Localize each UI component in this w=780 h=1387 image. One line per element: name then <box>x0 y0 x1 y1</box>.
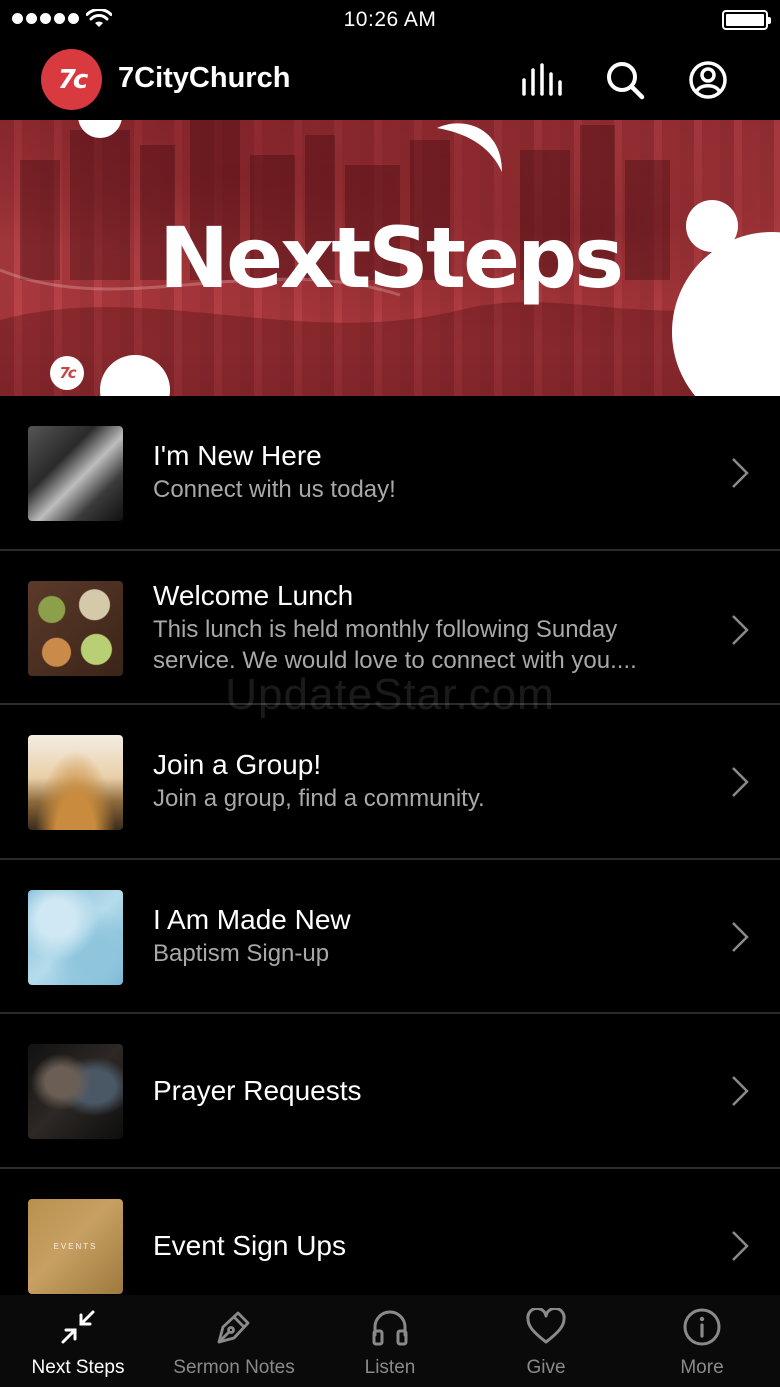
equalizer-icon[interactable] <box>520 58 564 102</box>
profile-icon[interactable] <box>686 58 730 102</box>
status-time: 10:26 AM <box>343 8 437 31</box>
item-title: Prayer Requests <box>153 1075 362 1106</box>
tab-sermon-notes[interactable]: Sermon Notes <box>156 1295 312 1387</box>
logo-mark: 7c <box>57 64 88 95</box>
item-thumbnail <box>28 426 123 521</box>
chevron-right-icon <box>732 1230 749 1261</box>
chevron-right-icon <box>732 458 749 488</box>
next-steps-banner: NextSteps <box>0 120 780 396</box>
tab-label: Listen <box>364 1357 416 1378</box>
church-logo[interactable]: 7c <box>41 49 102 110</box>
list-item-prayer-requests[interactable]: Prayer Requests <box>0 1014 780 1169</box>
tab-give[interactable]: Give <box>468 1295 624 1387</box>
tab-label: Sermon Notes <box>173 1357 295 1378</box>
item-subtitle: Connect with us today! <box>153 476 396 503</box>
tab-label: Next Steps <box>31 1357 125 1378</box>
list-item-i-am-made-new[interactable]: I Am Made New Baptism Sign-up <box>0 860 780 1014</box>
next-steps-list: I'm New Here Connect with us today! Welc… <box>0 396 780 1323</box>
tab-bar: Next Steps Sermon Notes Listen Give More <box>0 1295 780 1387</box>
item-title: Join a Group! <box>153 749 322 780</box>
item-thumbnail <box>28 1044 123 1139</box>
banner-logo: 7c <box>50 356 84 390</box>
list-item-im-new-here[interactable]: I'm New Here Connect with us today! <box>0 396 780 551</box>
item-title: I'm New Here <box>153 440 322 471</box>
item-subtitle: Baptism Sign-up <box>153 939 330 967</box>
battery-icon <box>722 10 771 30</box>
pen-icon <box>156 1307 312 1347</box>
headphones-icon <box>312 1307 468 1347</box>
tab-more[interactable]: More <box>624 1295 780 1387</box>
item-thumbnail <box>28 580 123 676</box>
chevron-right-icon <box>732 614 749 645</box>
item-title: I Am Made New <box>153 903 351 935</box>
thumb-caption: EVENTS <box>53 1241 98 1251</box>
item-title: Event Sign Ups <box>153 1229 346 1261</box>
tab-label: Give <box>526 1357 566 1378</box>
item-subtitle: This lunch is held monthly following Sun… <box>153 615 637 674</box>
item-thumbnail <box>28 735 123 830</box>
list-item-welcome-lunch[interactable]: Welcome Lunch This lunch is held monthly… <box>0 551 780 705</box>
crescent-decoration <box>437 123 502 172</box>
heart-icon <box>468 1307 624 1347</box>
item-thumbnail: EVENTS <box>28 1198 123 1294</box>
info-icon <box>624 1307 780 1347</box>
search-icon[interactable] <box>603 58 647 102</box>
item-subtitle: Join a group, find a community. <box>153 785 485 812</box>
banner-title: NextSteps <box>158 209 624 307</box>
tab-label: More <box>680 1357 724 1378</box>
item-thumbnail <box>28 889 123 985</box>
arrows-collapse-icon <box>0 1307 156 1347</box>
tab-next-steps[interactable]: Next Steps <box>0 1295 156 1387</box>
app-title: 7CityChurch <box>118 62 291 94</box>
chevron-right-icon <box>732 921 749 952</box>
chevron-right-icon <box>732 767 749 797</box>
tab-listen[interactable]: Listen <box>312 1295 468 1387</box>
nav-bar: 7c 7CityChurch <box>0 40 780 120</box>
chevron-right-icon <box>732 1076 749 1106</box>
status-bar: 10:26 AM <box>0 0 780 40</box>
list-item-join-a-group[interactable]: Join a Group! Join a group, find a commu… <box>0 705 780 860</box>
item-title: Welcome Lunch <box>153 579 354 611</box>
